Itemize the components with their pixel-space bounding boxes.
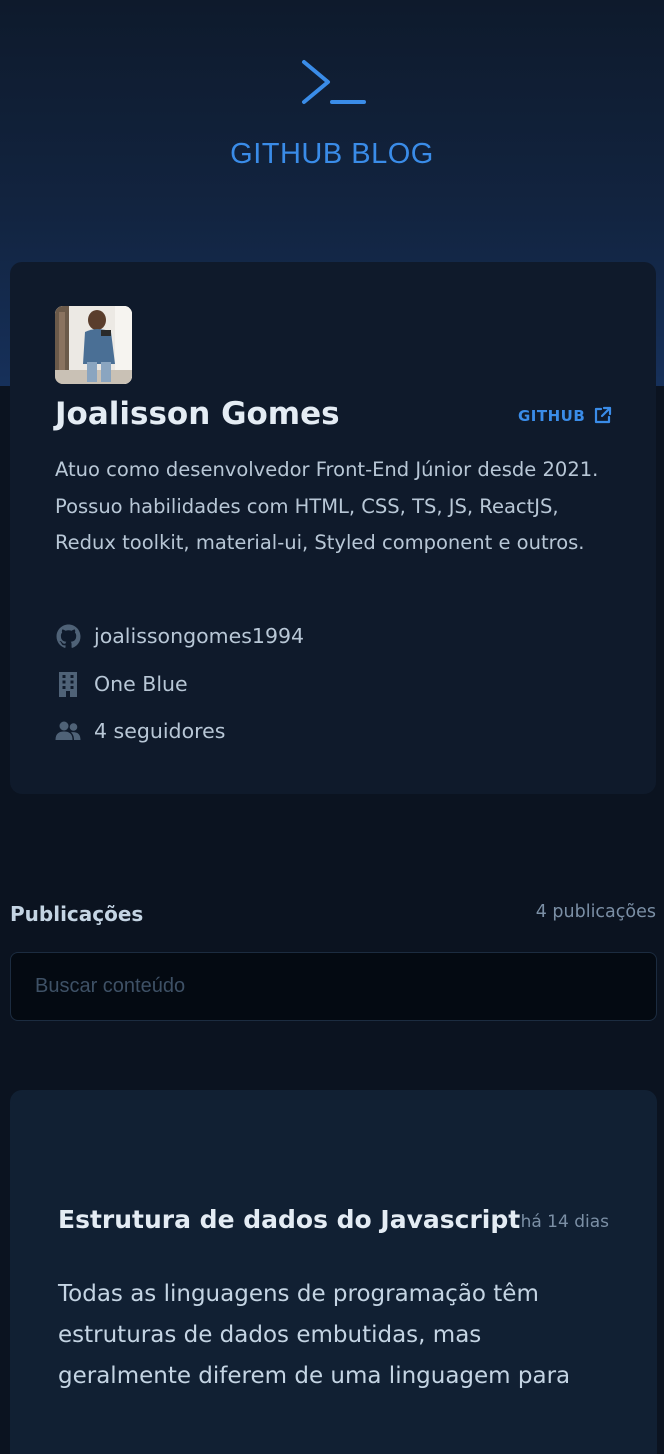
post-title: Estrutura de dados do Javascript <box>58 1205 521 1234</box>
publications-title: Publicações <box>10 902 144 926</box>
users-icon <box>55 718 81 744</box>
search-input[interactable] <box>10 952 657 1021</box>
profile-name: Joalisson Gomes <box>55 396 340 432</box>
profile-bio: Atuo como desenvolvedor Front-End Júnior… <box>55 458 599 554</box>
building-icon <box>55 671 81 697</box>
github-icon <box>55 623 81 649</box>
profile-company: One Blue <box>94 672 188 696</box>
profile-followers-row: 4 seguidores <box>55 718 225 744</box>
github-profile-link[interactable]: GITHUB <box>518 406 612 425</box>
publications-count: 4 publicações <box>535 902 656 922</box>
avatar <box>55 306 132 384</box>
post-date: há 14 dias <box>520 1212 609 1232</box>
post-excerpt: Todas as linguagens de programação têm e… <box>58 1281 571 1389</box>
blog-title: GITHUB BLOG <box>230 138 434 170</box>
profile-username: joalissongomes1994 <box>94 624 305 648</box>
profile-company-row: One Blue <box>55 671 188 697</box>
github-link-label: GITHUB <box>518 406 586 425</box>
profile-username-row: joalissongomes1994 <box>55 623 304 649</box>
terminal-prompt-icon <box>302 60 366 104</box>
external-link-icon <box>595 406 612 424</box>
profile-followers: 4 seguidores <box>94 719 226 743</box>
post-card[interactable]: Estrutura de dados do Javascript há 14 d… <box>10 1090 657 1454</box>
profile-card: Joalisson Gomes GITHUB Atuo como desenvo… <box>10 262 656 794</box>
